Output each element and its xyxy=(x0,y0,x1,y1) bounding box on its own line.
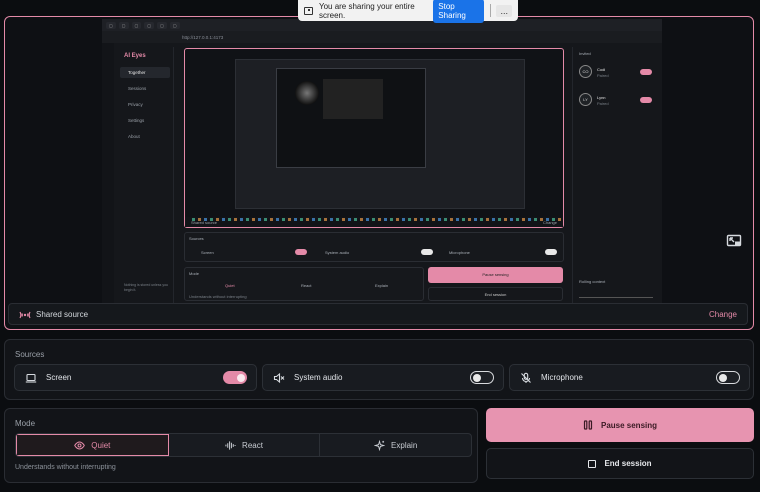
mode-title: Mode xyxy=(15,419,36,428)
screen-share-icon xyxy=(304,6,313,15)
mirror-nav-about: About xyxy=(128,134,140,139)
shared-source-bar: Shared source Change xyxy=(8,303,748,325)
change-source-button[interactable]: Change xyxy=(709,310,737,319)
mirror-participants-panel: Invited CO Codi Paired LY Lynn Paired Ro… xyxy=(572,47,658,303)
mirror-footer: Nothing is stored unless you begin it. xyxy=(124,283,168,292)
source-screen-label: Screen xyxy=(46,373,72,382)
mode-react-label: React xyxy=(242,440,263,450)
source-system-audio-label: System audio xyxy=(294,373,343,382)
mirror-stage: Shared source Change xyxy=(184,48,564,228)
mirror-pause-button: Pause sensing xyxy=(428,267,563,283)
mirror-nav-sessions: Sessions xyxy=(128,86,147,91)
mirror-nav-privacy: Privacy xyxy=(128,102,143,107)
screen-toggle[interactable] xyxy=(223,371,247,384)
speaker-muted-icon xyxy=(272,371,286,385)
picture-in-picture-icon[interactable] xyxy=(723,230,745,252)
pause-sensing-label: Pause sensing xyxy=(600,420,658,430)
mode-selector: Quiet React Explain xyxy=(15,433,472,457)
source-microphone[interactable]: Microphone xyxy=(509,364,750,391)
mode-react-button[interactable]: React xyxy=(169,434,321,456)
mirror-end-button: End session xyxy=(428,287,563,301)
microphone-toggle[interactable] xyxy=(716,371,740,384)
share-message: You are sharing your entire screen. xyxy=(318,1,415,20)
stop-sharing-button[interactable]: Stop Sharing xyxy=(433,0,484,23)
mic-off-icon xyxy=(519,371,533,385)
mirror-browser-rail xyxy=(102,43,114,315)
mirror-sources-card: Sources Screen System audio Microphone xyxy=(184,232,564,262)
mirrored-screen: ▢ ▢ ▢ ▢ ▢ ▢ http://127.0.0.1:4173 AI Eyes T… xyxy=(102,19,662,315)
end-session-label: End session xyxy=(604,459,652,468)
end-session-button[interactable]: End session xyxy=(486,448,754,479)
mirror-taskbar-icons xyxy=(192,218,562,221)
shared-source-preview: ▢ ▢ ▢ ▢ ▢ ▢ http://127.0.0.1:4173 AI Eyes T… xyxy=(4,16,754,330)
system-audio-toggle[interactable] xyxy=(470,371,494,384)
mirror-nav-together: Together xyxy=(120,67,170,78)
shared-source-label: Shared source xyxy=(36,309,89,319)
pause-sensing-button[interactable]: Pause sensing xyxy=(486,408,754,442)
stop-square-icon xyxy=(588,459,597,468)
screen-share-banner: You are sharing your entire screen. Stop… xyxy=(298,0,518,23)
banner-divider xyxy=(489,4,491,17)
mode-panel: Mode Quiet React Explain Understands wit… xyxy=(4,408,478,483)
mirror-mode-card: Mode Quiet React Explain Understands wit… xyxy=(184,267,424,301)
mirror-brand: AI Eyes xyxy=(124,53,146,59)
source-screen[interactable]: Screen xyxy=(14,364,257,391)
mode-quiet-label: Quiet xyxy=(91,440,111,450)
mode-explain-label: Explain xyxy=(391,440,418,450)
sources-title: Sources xyxy=(15,350,45,359)
mirror-nested-screen xyxy=(235,59,525,209)
waveform-icon xyxy=(225,440,236,450)
laptop-icon xyxy=(24,371,38,385)
mirror-sidebar: AI Eyes Together Sessions Privacy Settin… xyxy=(116,47,174,303)
source-system-audio[interactable]: System audio xyxy=(262,364,504,391)
banner-more-button[interactable]: ... xyxy=(496,4,512,17)
mode-quiet-button[interactable]: Quiet xyxy=(16,434,169,456)
pause-icon xyxy=(583,420,593,430)
sparkle-icon xyxy=(374,439,386,451)
mirror-url-bar: http://127.0.0.1:4173 xyxy=(102,31,662,43)
mirror-nav-settings: Settings xyxy=(128,118,145,123)
eye-icon xyxy=(74,441,86,449)
sources-panel: Sources Screen System audio Microphone xyxy=(4,339,754,400)
cast-icon xyxy=(19,311,31,319)
mode-explain-button[interactable]: Explain xyxy=(320,434,471,456)
mode-hint: Understands without interrupting xyxy=(15,464,116,471)
source-microphone-label: Microphone xyxy=(541,373,583,382)
